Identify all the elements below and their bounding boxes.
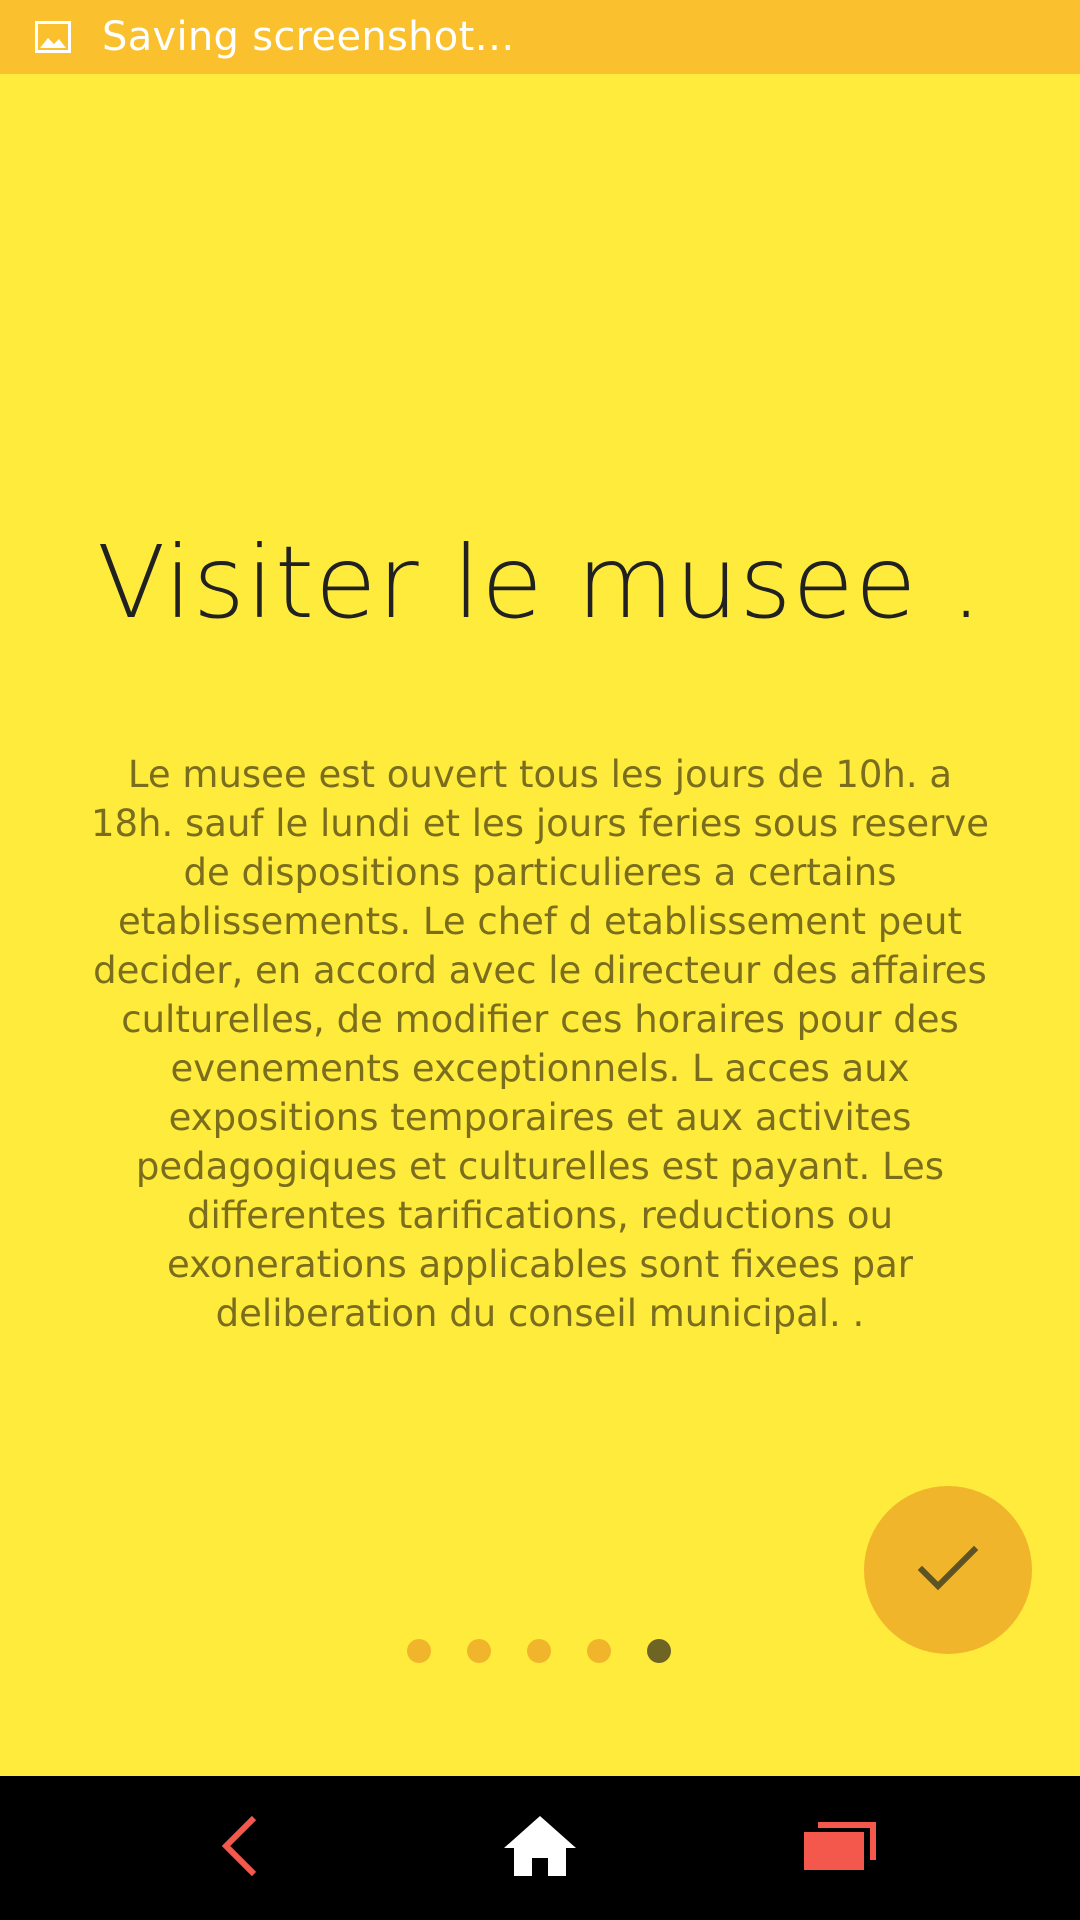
home-button[interactable]	[490, 1798, 590, 1898]
image-icon	[35, 19, 71, 55]
page-indicator	[407, 1639, 671, 1663]
home-icon	[502, 1814, 578, 1882]
navigation-bar	[0, 1776, 1080, 1920]
done-button[interactable]	[864, 1486, 1032, 1654]
slide-title: Visiter le musee .	[96, 524, 984, 641]
back-icon	[218, 1814, 262, 1882]
page-dot	[407, 1639, 431, 1663]
back-button[interactable]	[190, 1798, 290, 1898]
recents-button[interactable]	[790, 1798, 890, 1898]
page-dot	[527, 1639, 551, 1663]
status-bar: Saving screenshot…	[0, 0, 1080, 74]
status-text: Saving screenshot…	[102, 14, 515, 60]
page-dot	[467, 1639, 491, 1663]
page-dot	[587, 1639, 611, 1663]
slide-body: Le musee est ouvert tous les jours de 10…	[90, 753, 990, 1335]
page-dot-active	[647, 1639, 671, 1663]
checkmark-icon	[917, 1544, 979, 1596]
recents-icon	[802, 1820, 878, 1876]
